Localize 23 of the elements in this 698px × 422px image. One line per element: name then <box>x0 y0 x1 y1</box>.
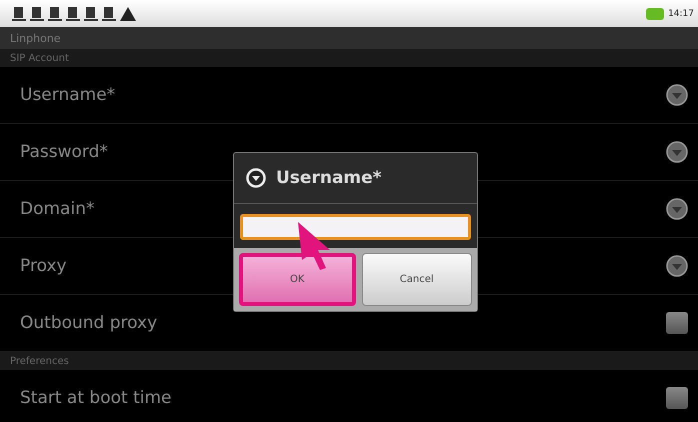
dialog-button[interactable]: OK <box>239 253 356 306</box>
clock-time: 14:17 <box>668 8 694 18</box>
section-header: SIP Account <box>0 49 698 67</box>
dialog-button[interactable]: Cancel <box>362 253 472 306</box>
setting-label[interactable]: Domain* <box>20 199 666 219</box>
section-header: Preferences <box>0 352 698 370</box>
input-field[interactable] <box>240 214 471 240</box>
dropdown-icon[interactable] <box>666 198 688 220</box>
dropdown-icon <box>246 168 266 188</box>
dropdown-icon[interactable] <box>666 255 688 277</box>
checkbox[interactable] <box>666 387 688 409</box>
pointer-icon <box>296 220 332 270</box>
setting-label[interactable]: Outbound proxy <box>20 313 666 333</box>
checkbox[interactable] <box>666 312 688 334</box>
dropdown-icon[interactable] <box>666 141 688 163</box>
window-title: Linphone <box>0 27 698 49</box>
warning-icon <box>120 6 136 20</box>
setting-label[interactable]: Start at boot time <box>20 388 666 408</box>
setting-label[interactable]: Username* <box>20 85 666 105</box>
setting-label[interactable]: Password* <box>20 142 666 162</box>
battery-icon <box>646 8 664 20</box>
dropdown-icon[interactable] <box>666 84 688 106</box>
dialog-title: Username* <box>276 168 382 188</box>
